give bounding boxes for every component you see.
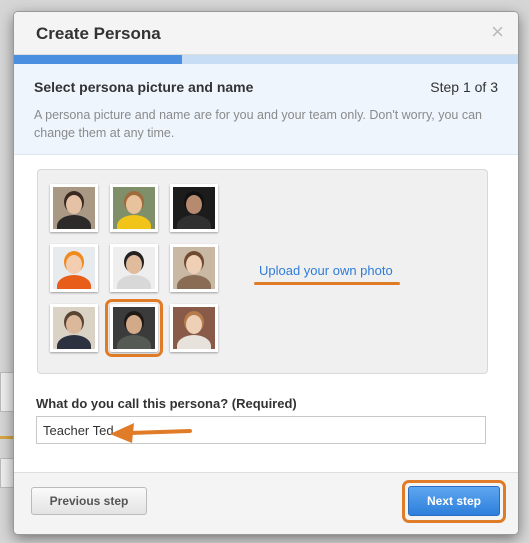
dialog-footer: Previous step Next step bbox=[14, 472, 518, 534]
woman-glasses-photo[interactable] bbox=[170, 304, 218, 352]
woman-yellow-top-photo[interactable] bbox=[110, 184, 158, 232]
persona-photo-image bbox=[113, 307, 155, 349]
progress-bar bbox=[14, 55, 518, 64]
persona-photo-image bbox=[113, 247, 155, 289]
persona-photo-image bbox=[53, 247, 95, 289]
create-persona-dialog: Create Persona × Select persona picture … bbox=[14, 12, 518, 534]
close-icon[interactable]: × bbox=[491, 21, 504, 43]
woman-dark-hair-photo[interactable] bbox=[50, 184, 98, 232]
persona-name-input[interactable] bbox=[36, 416, 486, 444]
persona-photo-image bbox=[53, 307, 95, 349]
background-panel bbox=[0, 372, 14, 412]
step-description: A persona picture and name are for you a… bbox=[34, 108, 482, 140]
step-info: Select persona picture and name Step 1 o… bbox=[14, 64, 518, 155]
persona-photo-image bbox=[173, 247, 215, 289]
persona-name-label: What do you call this persona? (Required… bbox=[36, 396, 297, 411]
previous-step-button[interactable]: Previous step bbox=[31, 487, 147, 515]
dialog-title: Create Persona bbox=[36, 24, 161, 43]
man-hoodie-photo[interactable] bbox=[105, 299, 163, 357]
upload-photo-link[interactable]: Upload your own photo bbox=[259, 263, 393, 278]
persona-photo-image bbox=[173, 307, 215, 349]
child-pumpkin-hat-photo[interactable] bbox=[50, 244, 98, 292]
persona-photo-image bbox=[113, 187, 155, 229]
step-counter: Step 1 of 3 bbox=[430, 79, 498, 95]
step-title: Select persona picture and name bbox=[34, 79, 254, 95]
dialog-header: Create Persona × bbox=[14, 12, 518, 55]
man-dark-background-photo[interactable] bbox=[170, 184, 218, 232]
arrow-left-icon bbox=[110, 423, 192, 443]
annotation-underline bbox=[254, 282, 400, 285]
background-panel-2 bbox=[0, 458, 14, 488]
background-accent bbox=[0, 436, 14, 439]
persona-photo-image bbox=[173, 187, 215, 229]
progress-bar-fill bbox=[14, 55, 182, 64]
man-suit-photo[interactable] bbox=[50, 304, 98, 352]
man-chef-photo[interactable] bbox=[110, 244, 158, 292]
woman-smiling-photo[interactable] bbox=[170, 244, 218, 292]
persona-photo-image bbox=[53, 187, 95, 229]
next-step-button[interactable]: Next step bbox=[408, 486, 500, 516]
